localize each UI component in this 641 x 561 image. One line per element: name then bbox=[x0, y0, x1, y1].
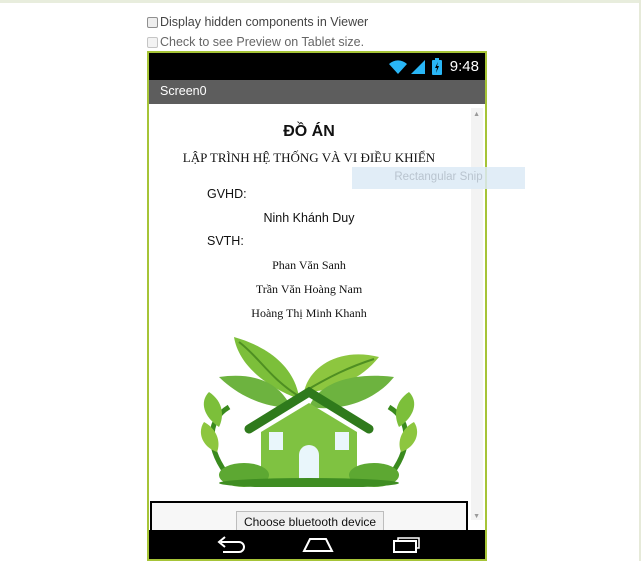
students-label: SVTH: bbox=[207, 234, 244, 248]
student-name: Trần Văn Hoàng Nam bbox=[255, 282, 363, 296]
back-icon[interactable] bbox=[215, 536, 245, 554]
home-icon[interactable] bbox=[302, 536, 334, 554]
rectangular-snip-overlay: Rectangular Snip bbox=[352, 167, 525, 189]
clock: 9:48 bbox=[449, 58, 479, 75]
signal-icon bbox=[410, 59, 425, 74]
choose-bluetooth-device-button[interactable]: Choose bluetooth device bbox=[236, 511, 384, 531]
project-title: ĐỒ ÁN bbox=[283, 123, 335, 140]
scroll-down-arrow-icon[interactable]: ▼ bbox=[473, 513, 480, 520]
phone-viewer: 9:48 Screen0 ▲ ▼ ĐỒ ÁN LẬP TRÌNH HỆ THỐN… bbox=[147, 51, 487, 561]
display-hidden-option[interactable]: Display hidden components in Viewer bbox=[147, 15, 368, 29]
display-hidden-checkbox[interactable] bbox=[147, 16, 158, 28]
recent-apps-icon[interactable] bbox=[391, 536, 421, 554]
screen-title: Screen0 bbox=[160, 84, 207, 98]
advisor-name: Ninh Khánh Duy bbox=[263, 211, 355, 225]
tablet-preview-label: Check to see Preview on Tablet size. bbox=[160, 35, 365, 49]
navigation-bar bbox=[149, 530, 485, 559]
status-bar: 9:48 bbox=[149, 53, 485, 80]
screen-title-bar: Screen0 bbox=[149, 80, 485, 104]
project-subtitle: LẬP TRÌNH HỆ THỐNG VÀ VI ĐIỀU KHIỂN bbox=[182, 150, 436, 165]
battery-icon bbox=[431, 58, 442, 75]
student-name: Hoàng Thị Minh Khanh bbox=[251, 306, 367, 320]
display-hidden-label: Display hidden components in Viewer bbox=[160, 15, 369, 29]
tablet-preview-option[interactable]: Check to see Preview on Tablet size. bbox=[147, 35, 364, 49]
wifi-icon bbox=[388, 59, 407, 74]
rectangular-snip-label: Rectangular Snip bbox=[394, 171, 483, 183]
student-name: Phan Văn Sanh bbox=[272, 258, 346, 272]
advisor-label: GVHD: bbox=[207, 187, 247, 201]
scroll-up-arrow-icon[interactable]: ▲ bbox=[473, 111, 480, 118]
green-house-logo-icon bbox=[200, 337, 418, 487]
button-area: Choose bluetooth device bbox=[150, 501, 468, 531]
tablet-preview-checkbox[interactable] bbox=[147, 36, 158, 48]
top-divider bbox=[0, 0, 641, 3]
